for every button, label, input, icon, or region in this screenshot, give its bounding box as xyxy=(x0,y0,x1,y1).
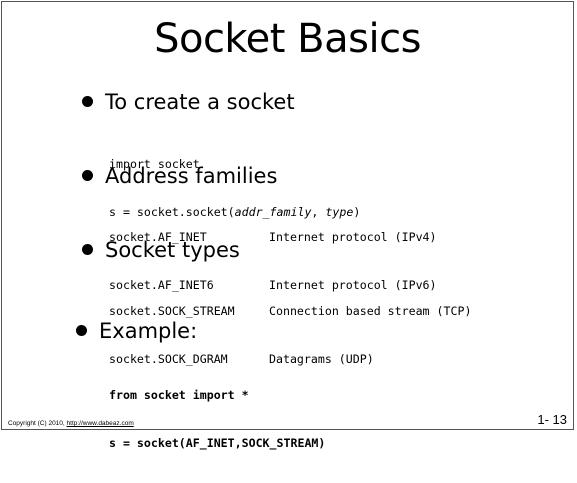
bullet-create-socket: To create a socket xyxy=(82,90,295,114)
footer-copyright: Copyright (C) 2010, http://www.dabeaz.co… xyxy=(8,420,134,427)
bullet-address-families: Address families xyxy=(82,164,277,188)
footer-link[interactable]: http://www.dabeaz.com xyxy=(67,420,134,427)
bullet-heading: Example: xyxy=(99,319,198,343)
bullet-heading: Socket types xyxy=(105,238,240,262)
code-line: s = socket(AF_INET,SOCK_STREAM) xyxy=(109,436,326,450)
slide: Socket Basics To create a socket import … xyxy=(1,1,574,450)
bullet-dot-icon xyxy=(76,324,87,336)
bullet-heading: Address families xyxy=(105,164,278,188)
code-row: socket.SOCK_STREAM Connection based strea… xyxy=(109,304,472,318)
bullet-dot-icon xyxy=(82,243,93,255)
code-example: from socket import * s = socket(AF_INET,… xyxy=(109,355,325,483)
bullet-socket-types: Socket types xyxy=(82,238,240,262)
page-number: 1- 13 xyxy=(537,412,567,427)
bullet-example: Example: xyxy=(76,319,197,343)
code-line: from socket import * xyxy=(109,388,249,402)
bullet-dot-icon xyxy=(82,95,93,107)
bullet-heading: To create a socket xyxy=(105,90,295,114)
slide-title: Socket Basics xyxy=(154,16,421,62)
bullet-dot-icon xyxy=(82,169,93,181)
